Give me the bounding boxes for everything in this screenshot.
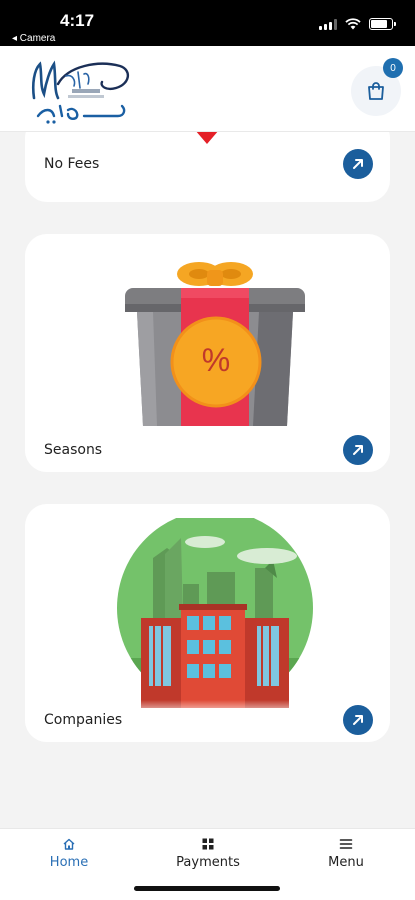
cellular-signal-icon	[319, 19, 337, 30]
open-arrow-button[interactable]	[343, 705, 373, 735]
nav-home-label: Home	[49, 855, 89, 870]
shopping-bag-icon	[368, 82, 384, 100]
cart-count-badge: 0	[383, 58, 403, 78]
discount-percent-symbol: %	[201, 342, 231, 378]
arrow-up-right-icon	[353, 715, 363, 725]
battery-icon	[369, 18, 396, 30]
wifi-icon	[345, 18, 361, 30]
app-header: 0	[0, 46, 415, 132]
open-arrow-button[interactable]	[343, 149, 373, 179]
status-time: 4:17	[60, 11, 95, 30]
open-arrow-button[interactable]	[343, 435, 373, 465]
category-card-seasons[interactable]: % Seasons	[25, 234, 390, 472]
nav-menu-label: Menu	[328, 855, 364, 870]
status-icons	[319, 18, 396, 30]
arrow-up-right-icon	[353, 445, 363, 455]
back-to-camera-link[interactable]: ◂ Camera	[12, 33, 55, 44]
status-bar: 4:17 ◂ Camera	[0, 0, 415, 46]
card-label: Seasons	[44, 442, 103, 458]
card-label: Companies	[44, 712, 123, 728]
cart-button[interactable]: 0	[351, 58, 403, 116]
menu-icon	[339, 839, 353, 849]
arrow-up-right-icon	[353, 159, 363, 169]
category-card-no-fees[interactable]: No Fees	[25, 132, 390, 202]
nav-home[interactable]: Home	[48, 837, 90, 870]
category-list: No Fees % Seasons Companies	[0, 132, 415, 828]
nav-payments[interactable]: Payments	[172, 837, 244, 870]
home-indicator	[134, 886, 280, 891]
company-building-illustration	[117, 518, 313, 708]
no-fees-illustration	[196, 132, 218, 144]
home-icon	[63, 838, 75, 850]
category-card-companies[interactable]: Companies	[25, 504, 390, 742]
nav-menu[interactable]: Menu	[324, 837, 368, 870]
card-label: No Fees	[44, 156, 100, 172]
nav-payments-label: Payments	[176, 855, 240, 870]
marly-logo[interactable]	[28, 54, 138, 126]
grid-icon	[202, 838, 214, 850]
